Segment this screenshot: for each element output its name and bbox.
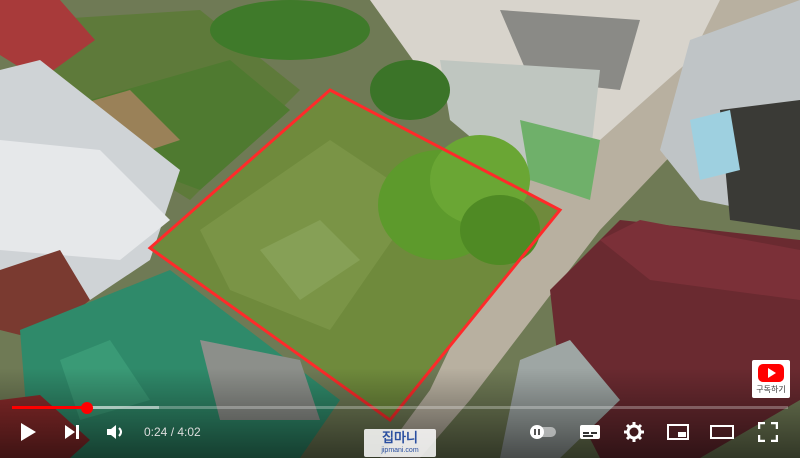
subtitles-button[interactable] <box>574 418 606 446</box>
duration: 4:02 <box>177 425 201 439</box>
subscribe-label: 구독하기 <box>756 384 786 394</box>
scrubber-handle[interactable] <box>81 402 94 414</box>
gear-icon <box>624 422 644 442</box>
player-controls: 0:24 / 4:02 <box>0 414 800 450</box>
theater-mode-icon <box>710 425 734 439</box>
fullscreen-icon <box>758 422 778 442</box>
video-player[interactable]: 구독하기 집마니 jipmani.com 0:24 / 4:02 <box>0 0 800 458</box>
time-separator: / <box>167 425 178 439</box>
miniplayer-icon <box>667 424 689 440</box>
settings-button[interactable] <box>618 418 650 446</box>
progress-bar[interactable] <box>12 402 788 414</box>
progress-played <box>12 406 88 409</box>
play-button[interactable] <box>12 418 44 446</box>
subscribe-button[interactable]: 구독하기 <box>752 360 790 398</box>
current-time: 0:24 <box>144 425 168 439</box>
volume-icon <box>107 425 122 439</box>
subtitles-icon <box>580 425 600 439</box>
next-button[interactable] <box>56 418 88 446</box>
youtube-logo-icon <box>758 363 784 382</box>
fullscreen-button[interactable] <box>752 418 784 446</box>
video-frame[interactable] <box>0 0 800 458</box>
autoplay-toggle[interactable] <box>526 418 560 446</box>
autoplay-toggle-icon <box>530 425 556 439</box>
miniplayer-button[interactable] <box>662 418 694 446</box>
play-icon <box>21 423 36 441</box>
theater-mode-button[interactable] <box>706 418 738 446</box>
time-display: 0:24 / 4:02 <box>144 425 201 439</box>
volume-button[interactable] <box>100 418 132 446</box>
next-icon <box>65 425 79 439</box>
